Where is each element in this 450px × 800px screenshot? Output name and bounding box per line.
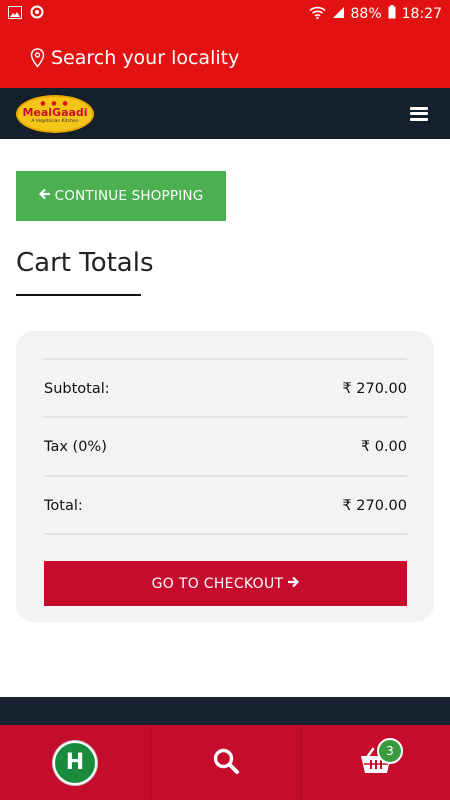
bottom-nav: H 3	[0, 725, 450, 800]
brand-logo[interactable]: ● ● ● MealGaadi A Vegetarian Kitchen	[16, 94, 94, 133]
gallery-icon	[8, 5, 22, 23]
battery-percent: 88%	[350, 6, 382, 22]
hamburger-icon[interactable]	[410, 106, 428, 121]
total-value: ₹ 270.00	[342, 498, 407, 514]
continue-shopping-label: CONTINUE SHOPPING	[54, 188, 204, 204]
checkout-label: GO TO CHECKOUT	[151, 575, 284, 592]
subtotal-value: ₹ 270.00	[342, 381, 407, 397]
tax-value: ₹ 0.00	[360, 439, 407, 455]
page-title: Cart Totals	[16, 248, 154, 278]
arrow-right-icon	[287, 576, 300, 592]
logo-tagline: A Vegetarian Kitchen	[31, 118, 79, 124]
checkout-button[interactable]: GO TO CHECKOUT	[44, 561, 407, 606]
nav-home[interactable]: H	[0, 725, 150, 800]
total-row: Total: ₹ 270.00	[44, 477, 407, 535]
status-bar: 88% 18:27	[0, 0, 450, 28]
battery-icon	[388, 5, 396, 23]
navbar: ● ● ● MealGaadi A Vegetarian Kitchen	[0, 88, 450, 139]
wifi-icon	[308, 6, 326, 23]
search-icon	[212, 747, 240, 779]
home-logo-icon: H	[53, 740, 97, 785]
tax-label: Tax (0%)	[44, 439, 107, 455]
continue-shopping-button[interactable]: CONTINUE SHOPPING	[16, 171, 226, 221]
title-underline	[16, 294, 141, 296]
arrow-left-icon	[38, 188, 51, 204]
divider	[44, 533, 407, 535]
subtotal-row: Subtotal: ₹ 270.00	[44, 360, 407, 418]
total-label: Total:	[44, 498, 83, 514]
nav-cart[interactable]: 3	[300, 725, 450, 800]
nav-search[interactable]	[150, 725, 300, 800]
cart-count-badge: 3	[377, 738, 403, 764]
subtotal-label: Subtotal:	[44, 381, 110, 397]
home-letter: H	[65, 750, 85, 775]
cart-totals-card: Subtotal: ₹ 270.00 Tax (0%) ₹ 0.00 Total…	[16, 331, 434, 622]
locality-search[interactable]: Search your locality	[0, 28, 450, 88]
clock: 18:27	[401, 6, 442, 22]
footer-strip	[0, 697, 450, 725]
signal-icon	[332, 6, 345, 23]
sync-icon	[30, 5, 44, 23]
locality-label: Search your locality	[51, 47, 240, 69]
logo-name: MealGaadi	[22, 105, 88, 119]
location-pin-icon	[30, 48, 45, 68]
tax-row: Tax (0%) ₹ 0.00	[44, 418, 407, 476]
